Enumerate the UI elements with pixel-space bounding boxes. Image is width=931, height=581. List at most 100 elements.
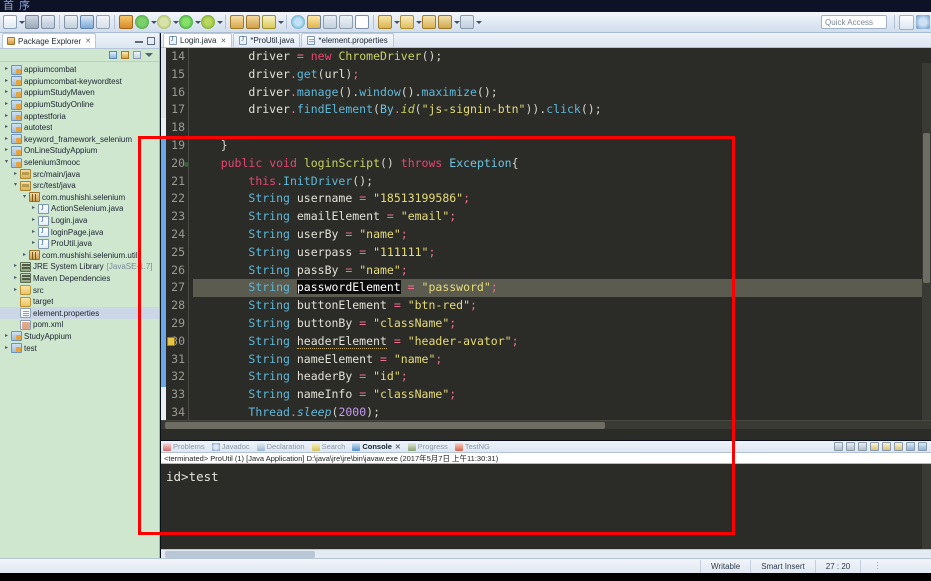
run-icon[interactable]: [179, 15, 193, 29]
tree-item[interactable]: src: [0, 284, 159, 296]
minimize-icon[interactable]: [135, 37, 143, 43]
console-tab[interactable]: TestNG: [454, 442, 490, 451]
tree-expand-arrow[interactable]: [29, 215, 38, 226]
terminate-icon[interactable]: [834, 442, 843, 451]
code-text[interactable]: driver = new ChromeDriver(); driver.get(…: [189, 48, 931, 420]
debug-caret[interactable]: [216, 15, 223, 29]
line-number[interactable]: 31: [166, 351, 185, 369]
line-number[interactable]: 22: [166, 190, 185, 208]
workbench-horizontal-scrollbar[interactable]: [161, 549, 931, 558]
console-vertical-scrollbar[interactable]: [922, 464, 931, 558]
tree-expand-arrow[interactable]: [29, 203, 38, 214]
tree-expand-arrow[interactable]: [2, 157, 11, 168]
console-tab[interactable]: Console ✕: [352, 442, 401, 451]
link-with-editor-icon[interactable]: [121, 51, 129, 59]
tree-item[interactable]: element.properties: [0, 307, 159, 320]
code-line[interactable]: String username = "18513199586";: [193, 190, 931, 208]
next-caret[interactable]: [453, 15, 460, 29]
code-line[interactable]: this.InitDriver();: [193, 173, 931, 191]
open-type-icon[interactable]: [230, 15, 244, 29]
line-number[interactable]: 19: [166, 137, 185, 155]
tree-item[interactable]: pom.xml: [0, 319, 159, 331]
line-number[interactable]: 18: [166, 119, 185, 137]
line-number[interactable]: 23: [166, 208, 185, 226]
remove-all-terminated-icon[interactable]: [858, 442, 867, 451]
line-number[interactable]: 32: [166, 368, 185, 386]
back-caret[interactable]: [415, 15, 422, 29]
prev-annotation-icon[interactable]: [339, 15, 353, 29]
build-icon[interactable]: [119, 15, 133, 29]
bookmark-icon[interactable]: [355, 15, 369, 29]
code-line[interactable]: }: [193, 137, 931, 155]
code-line[interactable]: driver.findElement(By.id("js-signin-btn"…: [193, 101, 931, 119]
editor-horizontal-scrollbar[interactable]: [161, 420, 931, 429]
remove-launch-icon[interactable]: [846, 442, 855, 451]
code-line[interactable]: String passBy = "name";: [193, 262, 931, 280]
tree-item[interactable]: appiumStudyMaven: [0, 87, 159, 99]
editor-tab[interactable]: Login.java✕: [163, 33, 233, 47]
view-menu-caret[interactable]: [145, 53, 153, 57]
line-number[interactable]: 24: [166, 226, 185, 244]
tree-expand-arrow[interactable]: [2, 99, 11, 110]
line-number[interactable]: 20: [166, 155, 189, 173]
line-number[interactable]: 27: [166, 279, 185, 297]
run-caret[interactable]: [194, 15, 201, 29]
line-number[interactable]: 26: [166, 262, 185, 280]
scrollbar-thumb[interactable]: [165, 551, 315, 558]
debug-icon[interactable]: [201, 15, 215, 29]
next-edit-icon[interactable]: [438, 15, 452, 29]
tree-item[interactable]: OnLineStudyAppium: [0, 145, 159, 157]
tree-item[interactable]: loginPage.java: [0, 226, 159, 238]
external-tools-caret[interactable]: [172, 15, 179, 29]
line-number[interactable]: 28: [166, 297, 185, 315]
open-console-icon[interactable]: [918, 442, 927, 451]
tree-expand-arrow[interactable]: [20, 192, 29, 203]
save-icon[interactable]: [25, 15, 39, 29]
tree-item[interactable]: ProUtil.java: [0, 238, 159, 250]
line-number[interactable]: 33: [166, 386, 185, 404]
editor-vertical-scrollbar[interactable]: [922, 63, 931, 420]
code-line[interactable]: String headerElement = "header-avator";: [193, 333, 931, 351]
code-line[interactable]: String headerBy = "id";: [193, 368, 931, 386]
code-line[interactable]: String buttonBy = "className";: [193, 315, 931, 333]
tree-item[interactable]: apptestforia: [0, 110, 159, 122]
editor-tab[interactable]: *ProUtil.java: [233, 33, 301, 47]
code-line[interactable]: driver = new ChromeDriver();: [193, 48, 931, 66]
forward-icon[interactable]: [378, 15, 392, 29]
highlight-icon[interactable]: [307, 15, 321, 29]
tree-expand-arrow[interactable]: [11, 273, 20, 284]
print-icon[interactable]: [64, 15, 78, 29]
tab-package-explorer[interactable]: Package Explorer ✕: [2, 33, 97, 48]
search-icon[interactable]: [262, 15, 276, 29]
search-caret[interactable]: [277, 15, 284, 29]
code-line[interactable]: String passwordElement = "password";: [193, 279, 931, 298]
code-line[interactable]: driver.get(url);: [193, 66, 931, 84]
back-arrow-icon[interactable]: [460, 15, 474, 29]
code-line[interactable]: String userBy = "name";: [193, 226, 931, 244]
open-resource-icon[interactable]: [246, 15, 260, 29]
code-line[interactable]: Thread.sleep(2000);: [193, 404, 931, 420]
tree-item[interactable]: test: [0, 342, 159, 354]
tree-expand-arrow[interactable]: [11, 169, 20, 180]
save-all-icon[interactable]: [41, 15, 55, 29]
next-annotation-icon[interactable]: [323, 15, 337, 29]
tree-expand-arrow[interactable]: [2, 64, 11, 75]
prev-edit-icon[interactable]: [422, 15, 436, 29]
forward-caret[interactable]: [393, 15, 400, 29]
line-number[interactable]: 21: [166, 173, 185, 191]
tree-item[interactable]: Login.java: [0, 215, 159, 227]
back-icon[interactable]: [400, 15, 414, 29]
close-icon[interactable]: ✕: [220, 37, 226, 45]
tree-expand-arrow[interactable]: [11, 180, 20, 191]
tree-item[interactable]: com.mushishi.selenium.util: [0, 250, 159, 262]
tree-item[interactable]: ActionSelenium.java: [0, 203, 159, 215]
code-line[interactable]: String nameInfo = "className";: [193, 386, 931, 404]
tree-expand-arrow[interactable]: [2, 331, 11, 342]
refresh-caret[interactable]: [150, 15, 157, 29]
editor-tab[interactable]: *element.properties: [301, 33, 394, 47]
tree-expand-arrow[interactable]: [29, 227, 38, 238]
pencil-icon[interactable]: [96, 15, 110, 29]
code-line[interactable]: String buttonElement = "btn-red";: [193, 297, 931, 315]
tree-item[interactable]: src/test/java: [0, 180, 159, 192]
scrollbar-thumb[interactable]: [165, 422, 605, 429]
